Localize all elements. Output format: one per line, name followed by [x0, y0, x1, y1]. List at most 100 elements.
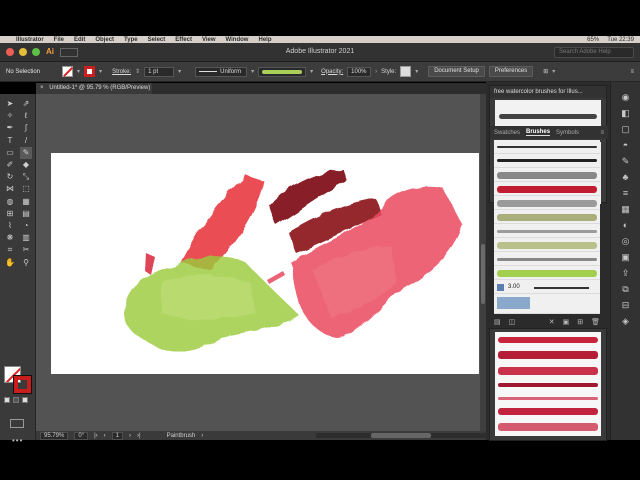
shape-builder-icon[interactable]: ◍ [4, 196, 16, 208]
brush-row[interactable] [494, 266, 600, 280]
watercolor-brush-swatch[interactable] [498, 367, 598, 375]
watercolor-brush-swatch[interactable] [498, 397, 598, 400]
stroke-weight-field[interactable]: 1 pt [144, 66, 175, 77]
hand-tool-icon[interactable]: ✋ [4, 256, 16, 268]
align-icon[interactable]: ⊟ [620, 300, 631, 311]
menu-effect[interactable]: Effect [175, 37, 192, 43]
none-mode-icon[interactable] [22, 397, 28, 403]
menu-file[interactable]: File [54, 37, 64, 43]
fill-stroke-widget[interactable] [4, 366, 32, 394]
close-tab-icon[interactable]: × [40, 85, 44, 91]
artboard-tool-icon[interactable]: ⌗ [4, 244, 16, 256]
brush-row[interactable] [494, 238, 600, 252]
library-panel-icon[interactable]: ◫ [509, 318, 516, 328]
blend-tool-icon[interactable]: ◔ [20, 220, 32, 232]
panel-menu-icon[interactable]: ≡ [600, 130, 604, 136]
properties-icon[interactable]: ◉ [620, 92, 631, 103]
color-icon[interactable]: ◓ [620, 140, 631, 151]
horizontal-scrollbar[interactable] [316, 433, 486, 438]
rotate-tool-icon[interactable]: ↻ [4, 171, 16, 183]
rotation-field[interactable]: 0° [74, 431, 89, 440]
column-graph-icon[interactable]: ▥ [20, 232, 32, 244]
graphic-styles-icon[interactable]: ▣ [620, 252, 631, 263]
gradient-tool-icon[interactable]: ▤ [20, 208, 32, 220]
brush-row[interactable] [494, 154, 600, 168]
pink-brush-dash[interactable] [267, 271, 285, 284]
document-setup-button[interactable]: Document Setup [428, 66, 485, 77]
pathfinder-icon[interactable]: ◈ [620, 316, 631, 327]
curvature-tool-icon[interactable]: ∫ [20, 122, 32, 134]
options-icon[interactable]: ▣ [563, 318, 570, 328]
zoom-tool-icon[interactable]: ⚲ [20, 256, 32, 268]
layers-icon[interactable]: ◧ [620, 108, 631, 119]
direct-selection-tool-icon[interactable]: ⇗ [20, 98, 32, 110]
style-swatch[interactable] [400, 66, 412, 77]
chevron-down-icon[interactable]: ▾ [415, 68, 418, 75]
library-brush-preview[interactable] [499, 114, 597, 119]
fill-swatch[interactable] [62, 66, 74, 77]
delete-brush-icon[interactable]: 🗑 [591, 318, 600, 328]
chevron-down-icon[interactable]: ▾ [77, 68, 80, 75]
mesh-tool-icon[interactable]: ⊞ [4, 208, 16, 220]
gradient-mode-icon[interactable] [13, 397, 19, 403]
preferences-button[interactable]: Preferences [488, 66, 534, 77]
green-brush-light[interactable] [161, 274, 256, 320]
chevron-down-icon[interactable]: ▾ [178, 68, 181, 75]
lasso-icon[interactable]: ℓ [20, 110, 32, 122]
gradient-icon[interactable]: ▦ [620, 204, 631, 215]
brush-row[interactable] [494, 140, 600, 154]
pen-tool-icon[interactable]: ✒ [4, 122, 16, 134]
watercolor-brush-swatch[interactable] [498, 337, 598, 343]
transparency-icon[interactable]: ◐ [620, 220, 631, 231]
menu-object[interactable]: Object [95, 37, 114, 43]
red-brush-stroke[interactable] [181, 175, 264, 271]
status-arrow-icon[interactable]: › [201, 433, 203, 439]
chevron-right-icon[interactable]: › [375, 69, 377, 75]
asset-export-icon[interactable]: ⇪ [620, 268, 631, 279]
edit-toolbar-icon[interactable]: ••• [12, 436, 23, 445]
symbols-icon[interactable]: ♣ [620, 172, 631, 183]
brush-row[interactable] [494, 196, 600, 210]
eyedropper-icon[interactable]: ⌇ [4, 220, 16, 232]
menu-help[interactable]: Help [258, 37, 271, 43]
brush-row[interactable] [494, 294, 600, 314]
stepper-icon[interactable]: ⇕ [135, 68, 140, 75]
stroke-color-box[interactable] [13, 375, 32, 394]
watercolor-brush-swatch[interactable] [498, 408, 598, 415]
menu-edit[interactable]: Edit [74, 37, 85, 43]
next-artboard-icon[interactable]: › [129, 433, 131, 439]
chevron-down-icon[interactable]: ▾ [552, 68, 555, 75]
brush-row[interactable] [494, 182, 600, 196]
appearance-icon[interactable]: ◎ [620, 236, 631, 247]
opacity-label[interactable]: Opacity: [321, 69, 343, 75]
type-tool-icon[interactable]: T [4, 135, 16, 147]
brush-row[interactable] [494, 210, 600, 224]
help-search-input[interactable]: Search Adobe Help [554, 47, 634, 58]
stroke-icon[interactable]: ≡ [620, 188, 631, 199]
brush-row[interactable] [494, 168, 600, 182]
menu-app-name[interactable]: Illustrator [16, 37, 44, 43]
chevron-down-icon[interactable]: ▾ [251, 68, 254, 75]
opacity-field[interactable]: 100% [347, 66, 372, 77]
rectangle-tool-icon[interactable]: ▭ [4, 147, 16, 159]
symbol-sprayer-icon[interactable]: ❋ [4, 232, 16, 244]
watercolor-brush-swatch[interactable] [498, 423, 598, 431]
menu-select[interactable]: Select [148, 37, 166, 43]
tab-symbols[interactable]: Symbols [556, 130, 579, 136]
chevron-down-icon[interactable]: ▾ [310, 68, 313, 75]
brush-row[interactable] [494, 224, 600, 238]
watercolor-brush-swatch[interactable] [498, 383, 598, 387]
color-mode-icon[interactable] [4, 397, 10, 403]
scale-tool-icon[interactable]: ⤡ [20, 171, 32, 183]
screen-mode-icon[interactable] [10, 419, 24, 428]
chevron-down-icon[interactable]: ▾ [99, 68, 102, 75]
libraries-icon[interactable]: ▢ [620, 124, 631, 135]
first-artboard-icon[interactable]: |‹ [94, 433, 98, 439]
brushes-list[interactable]: 3.00 [494, 140, 600, 314]
menu-view[interactable]: View [202, 37, 216, 43]
brush-definition-select[interactable] [258, 66, 307, 77]
artboard[interactable] [51, 153, 479, 374]
zoom-field[interactable]: 95.79% [40, 431, 69, 440]
width-tool-icon[interactable]: ⋈ [4, 183, 16, 195]
magic-wand-icon[interactable]: ✧ [4, 110, 16, 122]
